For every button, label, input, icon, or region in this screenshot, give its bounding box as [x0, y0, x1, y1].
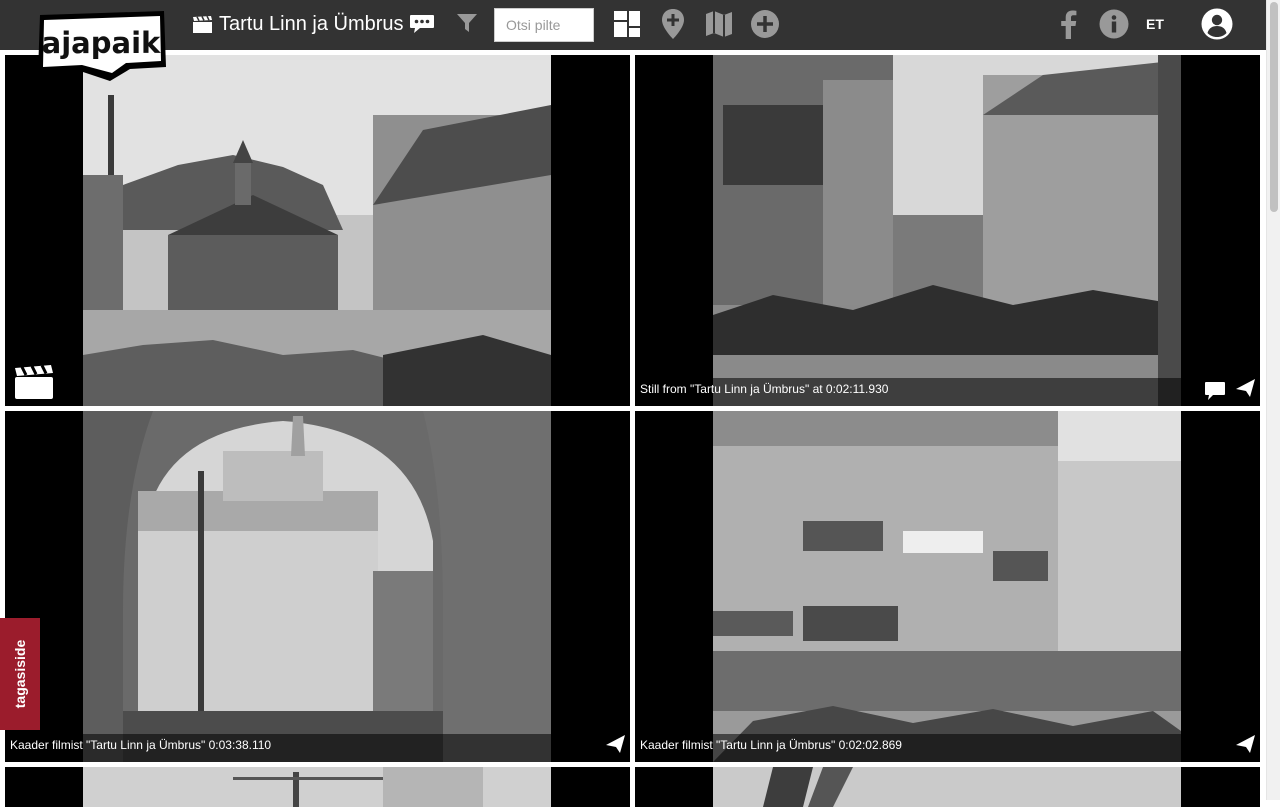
ajapaik-logo[interactable]: ajapaik	[34, 11, 168, 83]
feedback-label: tagasiside	[12, 639, 29, 709]
user-account-button[interactable]	[1201, 8, 1233, 40]
add-photo-button[interactable]	[749, 8, 781, 40]
album-title[interactable]: Tartu Linn ja Ümbrus	[193, 10, 435, 38]
info-icon	[1099, 9, 1129, 39]
photo-caption: Kaader filmist "Tartu Linn ja Ümbrus" 0:…	[10, 738, 272, 752]
album-title-text: Tartu Linn ja Ümbrus	[219, 12, 404, 35]
map-icon	[706, 11, 732, 37]
top-navbar: Tartu Linn ja Ümbrus Otsi pilte ET	[0, 0, 1266, 50]
photo-caption: Kaader filmist "Tartu Linn ja Ümbrus" 0:…	[640, 738, 902, 752]
photo-tile-2[interactable]: Still from "Tartu Linn ja Ümbrus" at 0:0…	[635, 55, 1260, 406]
geotag-arrow-icon[interactable]	[604, 734, 626, 754]
scroll-thumb[interactable]	[1270, 2, 1278, 212]
photo-tile-5[interactable]	[5, 767, 630, 807]
photo-tile-6[interactable]	[635, 767, 1260, 807]
user-account-icon	[1201, 8, 1233, 40]
film-clapper-icon	[15, 365, 53, 399]
feedback-tab[interactable]: tagasiside	[0, 618, 40, 730]
page-scrollbar[interactable]	[1266, 0, 1280, 800]
photo-caption: Still from "Tartu Linn ja Ümbrus" at 0:0…	[640, 382, 889, 396]
geotag-arrow-icon[interactable]	[1234, 734, 1256, 754]
logo-text: ajapaik	[42, 26, 161, 60]
facebook-button[interactable]	[1052, 8, 1084, 40]
photo-tile-3[interactable]: Kaader filmist "Tartu Linn ja Ümbrus" 0:…	[5, 411, 630, 762]
map-view-button[interactable]	[703, 8, 735, 40]
add-location-button[interactable]	[657, 8, 689, 40]
film-clapper-icon	[193, 15, 212, 33]
photo-town-hall-square	[83, 55, 551, 406]
filter-icon[interactable]	[456, 12, 478, 34]
facebook-icon	[1061, 10, 1077, 39]
photo-shop-facades	[713, 411, 1181, 762]
grid-view-icon	[614, 11, 640, 37]
photo-street-crowd	[713, 55, 1181, 406]
plus-circle-icon	[751, 10, 779, 38]
comment-icon[interactable]	[1204, 381, 1226, 401]
map-pin-plus-icon	[662, 9, 684, 39]
geotag-arrow-icon[interactable]	[1234, 378, 1256, 398]
search-input[interactable]	[494, 8, 594, 42]
photo-arch-view	[83, 411, 551, 762]
info-button[interactable]	[1098, 8, 1130, 40]
photo-partial	[83, 767, 551, 807]
grid-view-button[interactable]	[611, 8, 643, 40]
photo-tile-4[interactable]: Kaader filmist "Tartu Linn ja Ümbrus" 0:…	[635, 411, 1260, 762]
album-info-bubble-icon[interactable]	[409, 14, 435, 34]
photo-tile-1[interactable]	[5, 55, 630, 406]
photo-partial	[713, 767, 1181, 807]
language-switcher[interactable]: ET	[1146, 16, 1164, 32]
